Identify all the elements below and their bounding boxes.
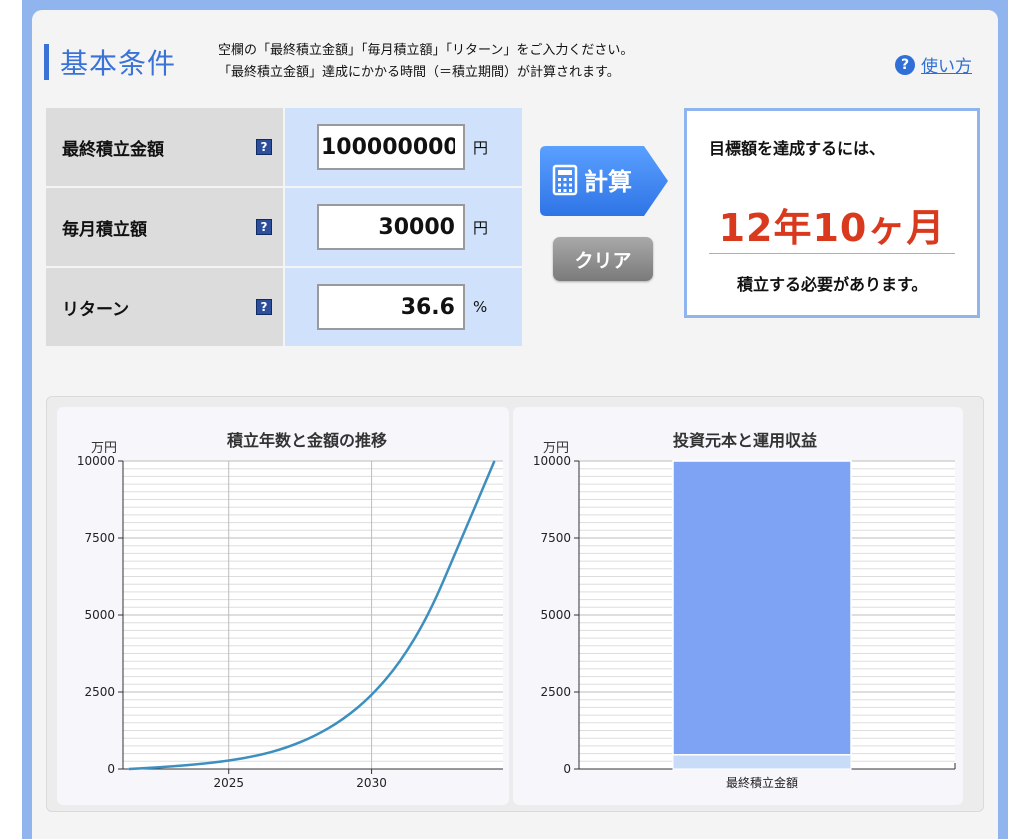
section-title: 基本条件: [60, 47, 177, 80]
calculate-button-label: 計算: [584, 168, 632, 196]
y-tick-label: 10000: [533, 454, 571, 468]
final-amount-label: 最終積立金額 ?: [46, 108, 283, 186]
help-question-icon[interactable]: ?: [256, 219, 272, 235]
return-unit: %: [472, 298, 488, 316]
bar-return: [672, 460, 852, 756]
help-question-icon[interactable]: ?: [256, 299, 272, 315]
line-chart-panel: 積立年数と金額の推移 万円 2025 2030 10000 7500 5000 2500 0: [57, 407, 509, 805]
y-tick-label: 2500: [84, 685, 115, 699]
x-tick-label: 2025: [213, 776, 244, 790]
clear-button[interactable]: クリア: [553, 237, 653, 281]
y-tick-label: 7500: [540, 531, 571, 545]
monthly-label-text: 毎月積立額: [62, 219, 147, 240]
result-divider: [709, 253, 955, 254]
monthly-input[interactable]: [316, 204, 465, 250]
bar-chart-panel: 投資元本と運用収益 万円 10000 7500 5000 2500 0 最終積立金額: [513, 407, 963, 805]
result-duration: 12年10ヶ月: [718, 206, 946, 250]
calculate-button-shape: 計算: [540, 146, 668, 216]
description-text: 空欄の「最終積立金額」「毎月積立額」「リターン」をご入力ください。 「最終積立金…: [218, 43, 634, 80]
title-accent-bar: [44, 44, 49, 80]
y-tick-label: 5000: [84, 608, 115, 622]
return-label: リターン ?: [46, 268, 283, 346]
line-point: [428, 614, 430, 616]
line-point: [342, 719, 344, 721]
final-amount-unit: 円: [472, 138, 488, 157]
line-point: [399, 661, 401, 663]
monthly-cell: 円: [284, 188, 522, 266]
bar-chart: 10000 7500 5000 2500 0 最終積立金額: [533, 454, 956, 790]
final-amount-input[interactable]: [316, 124, 465, 170]
form-row-final-amount: 最終積立金額 ? 円: [46, 108, 522, 186]
y-tick-label: 7500: [84, 531, 115, 545]
x-tick-label: 2030: [356, 776, 387, 790]
result-box: 目標額を達成するには、 12年10ヶ月 積立する必要があります。: [684, 108, 980, 318]
final-amount-cell: 円: [284, 108, 522, 186]
line-point: [199, 763, 201, 765]
y-tick-label: 10000: [77, 454, 115, 468]
line-point: [228, 760, 230, 762]
monthly-unit: 円: [472, 218, 488, 237]
monthly-label: 毎月積立額 ?: [46, 188, 283, 266]
y-tick-label: 2500: [540, 685, 571, 699]
line-chart: 2025 2030 10000 7500 5000 2500 0: [77, 454, 503, 790]
calculate-button[interactable]: 計算: [540, 146, 668, 216]
help-link-label[interactable]: 使い方: [921, 52, 972, 77]
return-input[interactable]: [316, 284, 465, 330]
line-point: [285, 747, 287, 749]
line-point: [313, 735, 315, 737]
y-tick-label: 0: [107, 762, 115, 776]
help-link[interactable]: ? 使い方: [895, 52, 972, 77]
charts-container: 積立年数と金額の推移 万円 2025 2030 10000 7500 5000 2500 0…: [46, 396, 984, 812]
form-row-return: リターン ? %: [46, 268, 522, 346]
bar-principal: [672, 754, 852, 770]
question-circle-icon: ?: [895, 54, 915, 75]
line-point: [493, 460, 495, 462]
input-form: 最終積立金額 ? 円 毎月積立額 ? 円 リターン ? %: [46, 108, 522, 348]
return-cell: %: [284, 268, 522, 346]
y-tick-label: 5000: [540, 608, 571, 622]
line-point: [456, 548, 458, 550]
result-intro: 目標額を達成するには、: [709, 139, 886, 158]
y-tick-label: 0: [563, 762, 571, 776]
help-question-icon[interactable]: ?: [256, 139, 272, 155]
line-point: [128, 768, 130, 770]
result-suffix: 積立する必要があります。: [737, 275, 928, 294]
line-point: [256, 755, 258, 757]
line-point: [142, 767, 144, 769]
form-row-monthly: 毎月積立額 ? 円: [46, 188, 522, 266]
return-label-text: リターン: [62, 299, 130, 320]
bar-category-label: 最終積立金額: [726, 775, 798, 790]
line-point: [371, 695, 373, 697]
final-amount-label-text: 最終積立金額: [62, 139, 164, 160]
line-point: [171, 766, 173, 768]
